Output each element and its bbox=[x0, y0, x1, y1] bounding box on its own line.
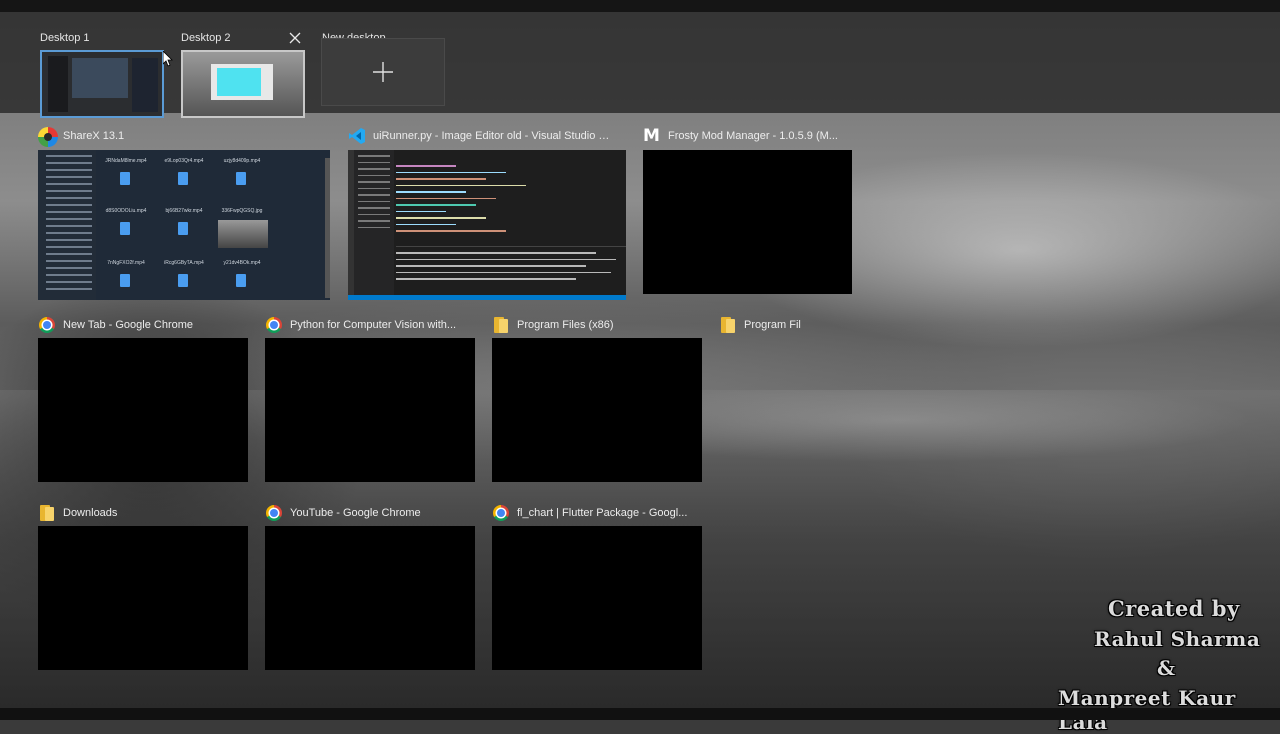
window-title: Program Fil bbox=[744, 319, 801, 331]
window-tile-youtube[interactable]: YouTube - Google Chrome bbox=[265, 501, 475, 671]
desktop-2-thumbnail[interactable] bbox=[181, 50, 305, 118]
window-preview bbox=[643, 150, 852, 294]
credit-line-2: Rahul Sharma bbox=[1094, 627, 1261, 651]
sharex-icon bbox=[38, 127, 58, 147]
window-header: fl_chart | Flutter Package - Googl... bbox=[492, 501, 702, 525]
folder-icon bbox=[719, 316, 737, 334]
window-tile-downloads[interactable]: Downloads bbox=[38, 501, 248, 671]
chrome-icon bbox=[265, 504, 283, 522]
window-header: Python for Computer Vision with... bbox=[265, 313, 475, 337]
window-title: fl_chart | Flutter Package - Googl... bbox=[517, 507, 688, 519]
window-tile-frosty[interactable]: M Frosty Mod Manager - 1.0.5.9 (M... bbox=[643, 124, 853, 294]
chrome-icon bbox=[492, 504, 510, 522]
vscode-window-preview bbox=[348, 150, 626, 300]
window-header: New Tab - Google Chrome bbox=[38, 313, 248, 337]
window-tile-program-files[interactable]: Program Fil bbox=[719, 313, 929, 343]
sharex-window-preview: JRNdaM8lme.mp4 e9Lop03Qr4.mp4 uzjy8d409p… bbox=[38, 150, 330, 300]
bottom-edge bbox=[0, 708, 1280, 720]
window-header: ShareX 13.1 bbox=[38, 124, 330, 148]
desktop-1-preview bbox=[42, 52, 162, 116]
window-tile-sharex[interactable]: ShareX 13.1 JRNdaM8lme.mp4 e9Lop03Qr4.mp… bbox=[38, 124, 330, 300]
window-tile-fl-chart[interactable]: fl_chart | Flutter Package - Googl... bbox=[492, 501, 702, 671]
desktop-1-label: Desktop 1 bbox=[40, 32, 90, 44]
window-header: Program Fil bbox=[719, 313, 929, 337]
plus-icon bbox=[373, 62, 393, 82]
window-header: YouTube - Google Chrome bbox=[265, 501, 475, 525]
window-preview bbox=[265, 526, 475, 670]
window-header: uiRunner.py - Image Editor old - Visual … bbox=[348, 124, 628, 148]
window-preview bbox=[38, 526, 248, 670]
top-edge bbox=[0, 0, 1280, 12]
window-tile-vscode[interactable]: uiRunner.py - Image Editor old - Visual … bbox=[348, 124, 628, 300]
window-title: Frosty Mod Manager - 1.0.5.9 (M... bbox=[668, 130, 838, 142]
window-tile-new-tab[interactable]: New Tab - Google Chrome bbox=[38, 313, 248, 483]
desktop-1-thumbnail[interactable] bbox=[40, 50, 164, 118]
window-header: Downloads bbox=[38, 501, 248, 525]
chrome-icon bbox=[265, 316, 283, 334]
desktop-2-label: Desktop 2 bbox=[181, 32, 231, 44]
mouse-pointer-icon bbox=[162, 50, 173, 72]
window-title: YouTube - Google Chrome bbox=[290, 507, 421, 519]
frosty-icon: M bbox=[643, 126, 660, 146]
folder-icon bbox=[492, 316, 510, 334]
window-preview bbox=[492, 526, 702, 670]
credit-line-3: & bbox=[1157, 656, 1176, 680]
window-tile-python-cv[interactable]: Python for Computer Vision with... bbox=[265, 313, 475, 483]
window-title: ShareX 13.1 bbox=[63, 130, 125, 142]
window-title: Python for Computer Vision with... bbox=[290, 319, 457, 331]
window-header: Program Files (x86) bbox=[492, 313, 702, 337]
vscode-icon bbox=[348, 127, 366, 145]
window-title: uiRunner.py - Image Editor old - Visual … bbox=[373, 130, 613, 142]
window-header: M Frosty Mod Manager - 1.0.5.9 (M... bbox=[643, 124, 853, 148]
credit-line-1: Created by bbox=[1108, 596, 1240, 621]
window-preview bbox=[492, 338, 702, 482]
chrome-icon bbox=[38, 316, 56, 334]
desktop-2-preview bbox=[183, 52, 303, 116]
window-preview bbox=[265, 338, 475, 482]
folder-icon bbox=[38, 504, 56, 522]
virtual-desktop-bar: Desktop 1 Desktop 2 New desktop bbox=[0, 12, 1280, 118]
window-title: New Tab - Google Chrome bbox=[63, 319, 194, 331]
window-preview bbox=[38, 338, 248, 482]
close-desktop-2-icon[interactable] bbox=[288, 31, 302, 45]
new-desktop-button[interactable] bbox=[321, 38, 445, 106]
window-tile-program-files-x86[interactable]: Program Files (x86) bbox=[492, 313, 702, 483]
window-title: Downloads bbox=[63, 507, 118, 519]
window-title: Program Files (x86) bbox=[517, 319, 614, 331]
